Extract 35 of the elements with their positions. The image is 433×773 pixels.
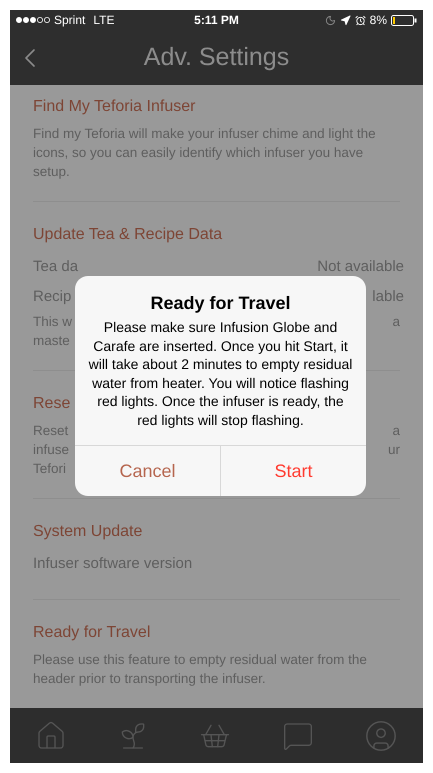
row-label: Recip	[33, 287, 72, 307]
location-arrow-icon	[340, 14, 351, 26]
section-heading: System Update	[33, 522, 142, 542]
description-fragment: This w	[33, 313, 72, 331]
carrier-name: Sprint	[54, 12, 86, 29]
row-label: Tea da	[33, 257, 78, 277]
description-fragment: infuse	[33, 441, 70, 459]
description-fragment: Tefori	[33, 460, 66, 478]
section-heading: Update Tea & Recipe Data	[33, 225, 222, 245]
page-title: Adv. Settings	[144, 42, 290, 73]
description-fragment: maste	[33, 332, 70, 350]
section-heading: Ready for Travel	[33, 623, 150, 643]
dialog-button[interactable]: Start	[220, 446, 366, 496]
section-heading: Rese	[33, 394, 70, 414]
section-heading: Find My Teforia Infuser	[33, 97, 196, 117]
dialog-button[interactable]: Cancel	[75, 446, 220, 496]
battery-icon	[391, 14, 417, 26]
row-label: Infuser software version	[33, 554, 192, 574]
description-fragment: a	[392, 313, 400, 331]
profile-icon[interactable]	[364, 718, 398, 752]
row-value: Not available	[317, 257, 404, 277]
description-fragment: Reset	[33, 422, 68, 440]
alarm-icon	[354, 14, 366, 26]
dialog-title: Ready for Travel	[150, 292, 291, 314]
network-type: LTE	[93, 12, 114, 29]
description-fragment: a	[392, 422, 400, 440]
description-fragment: ur	[388, 441, 400, 459]
row-value: lable	[372, 287, 404, 307]
section-description: Please use this feature to empty residual water from the header prior to transporting the infuser.	[33, 651, 368, 688]
moon-icon	[324, 14, 336, 26]
battery-percent: 8%	[370, 12, 387, 29]
signal-icon	[16, 17, 50, 23]
clock-time: 5:11 PM	[193, 12, 240, 29]
section-description: Find my Teforia will make your infuser chime and light the icons, so you can easily identify which infuser you have setup.	[33, 125, 377, 181]
dialog-message: Please make sure Infusion Globe and Carafe are inserted. Once you hit Start, it will take about 2 minutes to empty residual water from heater. You will notice flashing red lights. Once the infuser is ready, the red lights will stop flashing.	[88, 318, 354, 429]
